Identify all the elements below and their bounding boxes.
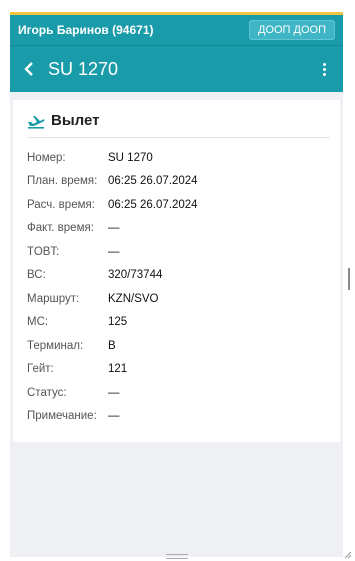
section-title: Вылет <box>51 112 100 129</box>
detail-row: Факт. время: — <box>27 217 330 241</box>
detail-value: 121 <box>108 363 128 376</box>
detail-label: TOBT: <box>27 245 60 258</box>
detail-label: Гейт: <box>27 363 54 376</box>
detail-label: МС: <box>27 316 49 329</box>
detail-value: 125 <box>108 316 128 329</box>
detail-value: — <box>108 245 120 258</box>
detail-row: Расч. время: 06:25 26.07.2024 <box>27 193 330 217</box>
detail-row: Терминал: B <box>27 334 330 358</box>
detail-row: Статус: — <box>27 381 330 405</box>
detail-row: План. время: 06:25 26.07.2024 <box>27 170 330 194</box>
detail-row: Номер: SU 1270 <box>27 146 330 170</box>
detail-label: План. время: <box>27 175 98 188</box>
corner-resize-icon[interactable] <box>344 551 352 559</box>
detail-label: Расч. время: <box>27 198 95 211</box>
section-header: Вылет <box>27 112 330 138</box>
page-title: SU 1270 <box>48 58 119 79</box>
detail-row: Маршрут: KZN/SVO <box>27 287 330 311</box>
detail-value: 320/73744 <box>108 269 163 282</box>
detail-value: 06:25 26.07.2024 <box>108 198 198 211</box>
detail-label: Номер: <box>27 151 66 164</box>
detail-label: Примечание: <box>27 410 97 423</box>
detail-label: Статус: <box>27 386 67 399</box>
detail-row: TOBT: — <box>27 240 330 264</box>
detail-label: Факт. время: <box>27 222 94 235</box>
app-window: Игорь Баринов (94671) ДООП ДООП SU 1270 … <box>10 12 343 557</box>
detail-value: SU 1270 <box>108 151 153 164</box>
details-list: Номер: SU 1270 План. время: 06:25 26.07.20… <box>27 146 330 428</box>
more-menu-icon[interactable] <box>323 62 327 76</box>
detail-label: Маршрут: <box>27 292 80 305</box>
detail-label: Терминал: <box>27 339 84 352</box>
detail-value: KZN/SVO <box>108 292 159 305</box>
detail-value: — <box>108 386 120 399</box>
detail-label: ВС: <box>27 269 46 282</box>
plane-departure-icon <box>27 113 45 129</box>
detail-row: МС: 125 <box>27 311 330 335</box>
detail-value: — <box>108 410 120 423</box>
user-name: Игорь Баринов (94671) <box>18 23 154 37</box>
detail-row: Примечание: — <box>27 405 330 429</box>
bottom-resize-handle[interactable] <box>166 554 188 559</box>
nav-bar: SU 1270 <box>10 46 343 92</box>
side-resize-handle[interactable] <box>348 268 350 290</box>
departure-card: Вылет Номер: SU 1270 План. время: 06:25 26… <box>13 100 340 442</box>
user-button[interactable]: ДООП ДООП <box>249 20 335 40</box>
user-bar: Игорь Баринов (94671) ДООП ДООП <box>10 15 343 46</box>
detail-value: 06:25 26.07.2024 <box>108 175 198 188</box>
detail-row: Гейт: 121 <box>27 358 330 382</box>
detail-value: B <box>108 339 116 352</box>
detail-value: — <box>108 222 120 235</box>
detail-row: ВС: 320/73744 <box>27 264 330 288</box>
back-arrow-icon[interactable] <box>24 58 34 80</box>
